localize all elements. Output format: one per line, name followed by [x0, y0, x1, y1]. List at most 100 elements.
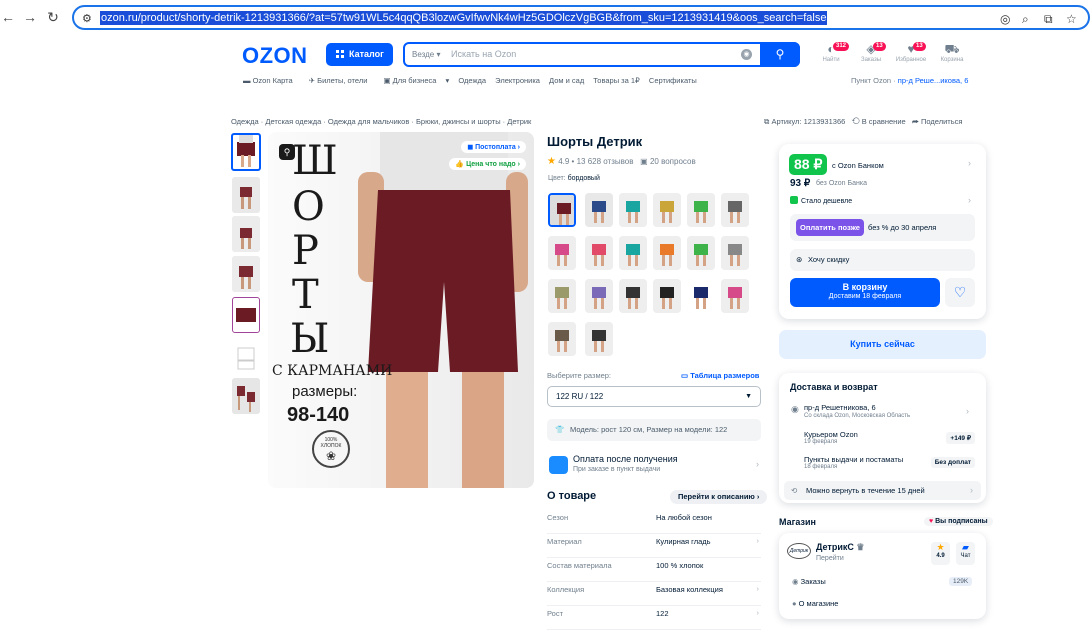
- subnav-business[interactable]: ▣ Для бизнеса ▾: [383, 76, 449, 85]
- pay-after-receipt[interactable]: Оплата после получения При заказе в пунк…: [547, 451, 761, 481]
- color-swatch[interactable]: [653, 236, 681, 270]
- header-find[interactable]: ◐ 312 Найти: [811, 42, 851, 63]
- color-swatch[interactable]: [721, 236, 749, 270]
- url-text[interactable]: ozon.ru/product/shorty-detrik-1213931366…: [100, 11, 828, 25]
- delivery-address[interactable]: пр-д Решетникова, 6: [804, 403, 876, 412]
- breadcrumb[interactable]: Одежда · Детская одежда · Одежда для мал…: [231, 117, 531, 126]
- header-orders[interactable]: ◈ 13 Заказы: [851, 42, 891, 63]
- pay-later-button[interactable]: Оплатить позже: [796, 219, 864, 236]
- about-shop-link[interactable]: ● О магазине: [792, 599, 838, 608]
- color-swatch[interactable]: [619, 236, 647, 270]
- shop-rating[interactable]: ★ 4.9: [931, 542, 950, 565]
- size-table-link[interactable]: ▭ Таблица размеров: [681, 371, 759, 380]
- subnav-certificates[interactable]: Сертификаты: [649, 76, 697, 85]
- color-swatch[interactable]: [721, 193, 749, 227]
- shop-name[interactable]: ДетрикС ♛: [816, 542, 864, 553]
- compare-link[interactable]: В сравнение: [862, 117, 906, 126]
- subnav-1rub[interactable]: Товары за 1₽: [593, 76, 640, 85]
- pickup-point[interactable]: Пункт Ozon · пр-д Реше...икова, 6: [851, 76, 968, 85]
- heart-icon: ♡: [953, 284, 967, 300]
- search-button[interactable]: ⚲: [760, 42, 800, 67]
- size-select[interactable]: 122 RU / 122 ▼: [547, 386, 761, 407]
- price-dropped[interactable]: Стало дешевле: [790, 196, 852, 205]
- install-icon[interactable]: ⧉: [1044, 12, 1053, 27]
- color-swatch[interactable]: [548, 322, 576, 356]
- attr-row[interactable]: Материал Кулирная гладь ›: [547, 534, 761, 558]
- header-favorites[interactable]: ♥ 13 Избранное: [891, 42, 931, 63]
- shop-go-link[interactable]: Перейти: [816, 555, 844, 562]
- share-link[interactable]: Поделиться: [921, 117, 962, 126]
- favorite-button[interactable]: ♡: [945, 278, 975, 307]
- thumbnail-6[interactable]: [232, 338, 260, 374]
- rating-row[interactable]: ★ 4.9 • 13 628 отзывов ▣ 20 вопросов: [547, 156, 696, 167]
- thumbnail-1[interactable]: [231, 133, 261, 171]
- color-swatch[interactable]: [548, 236, 576, 270]
- color-swatch[interactable]: [548, 279, 576, 313]
- camera-icon[interactable]: ◉: [741, 49, 752, 60]
- bookmark-star-icon[interactable]: ☆: [1066, 12, 1077, 26]
- subnav-tickets[interactable]: ✈ Билеты, отели: [309, 76, 375, 85]
- shop-card: Детрик ДетрикС ♛ Перейти ★ 4.9 ▰ Чат ◉ Зак…: [779, 533, 986, 619]
- shop-logo[interactable]: Детрик: [787, 543, 811, 559]
- subnav-ozon-card[interactable]: ▬ Ozon Карта: [243, 76, 300, 85]
- color-swatch[interactable]: [687, 279, 715, 313]
- color-swatch[interactable]: [687, 193, 715, 227]
- size-label: Выберите размер:: [547, 371, 612, 380]
- subscribed-badge[interactable]: ♥ Вы подписаны: [924, 517, 993, 526]
- thumbnail-3[interactable]: [232, 216, 260, 252]
- color-swatch[interactable]: [585, 279, 613, 313]
- color-swatch[interactable]: [687, 236, 715, 270]
- header-cart[interactable]: ⛟ Корзина: [932, 42, 972, 63]
- subnav-home[interactable]: Дом и сад: [549, 76, 584, 85]
- zoom-icon[interactable]: ⚲: [279, 144, 295, 160]
- search-scope[interactable]: Везде ▾: [412, 50, 440, 59]
- reload-icon[interactable]: ↻: [45, 9, 61, 25]
- go-to-description-button[interactable]: Перейти к описанию ›: [670, 490, 768, 504]
- delivery-address-sub: Со склада Ozon, Московская Область: [804, 413, 911, 419]
- image-letter-2: О: [292, 184, 325, 230]
- address-bar[interactable]: ⚙ ozon.ru/product/shorty-detrik-12139313…: [72, 5, 1090, 30]
- search-input[interactable]: Искать на Ozon: [451, 49, 516, 59]
- subnav-electronics[interactable]: Электроника: [495, 76, 540, 85]
- return-info[interactable]: ⟲ Можно вернуть в течение 15 дней ›: [784, 481, 981, 500]
- good-price-badge[interactable]: 👍 Цена что надо ›: [449, 158, 526, 170]
- zoom-icon[interactable]: ⌕: [1022, 12, 1029, 27]
- delivery-card: Доставка и возврат ◉ пр-д Решетникова, 6…: [779, 373, 986, 503]
- orders-label: Заказы: [860, 57, 882, 63]
- color-swatch[interactable]: [619, 193, 647, 227]
- postpay-badge[interactable]: ◼ Постоплата ›: [461, 141, 526, 153]
- catalog-button[interactable]: Каталог: [326, 43, 393, 66]
- color-swatch[interactable]: [548, 193, 576, 227]
- subnav-clothes[interactable]: Одежда: [458, 76, 486, 85]
- copy-icon: ⧉: [764, 117, 770, 126]
- add-to-cart-button[interactable]: В корзину Доставим 18 февраля: [790, 278, 940, 307]
- buy-now-button[interactable]: Купить сейчас: [779, 330, 986, 359]
- color-swatch[interactable]: [653, 193, 681, 227]
- location-pin-icon: ◉: [791, 404, 799, 414]
- color-swatch[interactable]: [721, 279, 749, 313]
- shop-chat-button[interactable]: ▰ Чат: [956, 542, 975, 565]
- thumbnail-5[interactable]: [232, 297, 260, 333]
- color-swatch[interactable]: [619, 279, 647, 313]
- article-number[interactable]: Артикул: 1213931366: [771, 117, 845, 126]
- main-product-image[interactable]: Ш О Р Т Ы С КАРМАНАМИ размеры: 98-140 10…: [268, 132, 534, 488]
- courier-option[interactable]: Курьером Ozon: [804, 430, 858, 439]
- color-swatch[interactable]: [585, 322, 613, 356]
- pickup-points-option[interactable]: Пункты выдачи и постаматы: [804, 455, 903, 464]
- back-icon[interactable]: ←: [0, 9, 16, 25]
- ozon-logo[interactable]: OZON: [242, 43, 308, 69]
- thumbnail-4[interactable]: [232, 256, 260, 292]
- pay-later-box[interactable]: Оплатить позже без % до 30 апреля: [790, 214, 975, 241]
- forward-icon[interactable]: →: [22, 9, 38, 25]
- thumbnail-7[interactable]: [232, 378, 260, 414]
- attr-row[interactable]: Рост 122 ›: [547, 606, 761, 630]
- color-swatch[interactable]: [653, 279, 681, 313]
- color-swatch[interactable]: [585, 236, 613, 270]
- search-box[interactable]: Везде ▾ Искать на Ozon ◉ ⚲: [403, 42, 800, 67]
- want-discount-button[interactable]: ⊛ Хочу скидку: [790, 249, 975, 271]
- thumbnail-2[interactable]: [232, 177, 260, 213]
- color-swatch[interactable]: [585, 193, 613, 227]
- attr-row[interactable]: Коллекция Базовая коллекция ›: [547, 582, 761, 606]
- site-settings-icon[interactable]: ⚙: [82, 12, 92, 25]
- eye-off-icon[interactable]: ◎: [1000, 12, 1010, 26]
